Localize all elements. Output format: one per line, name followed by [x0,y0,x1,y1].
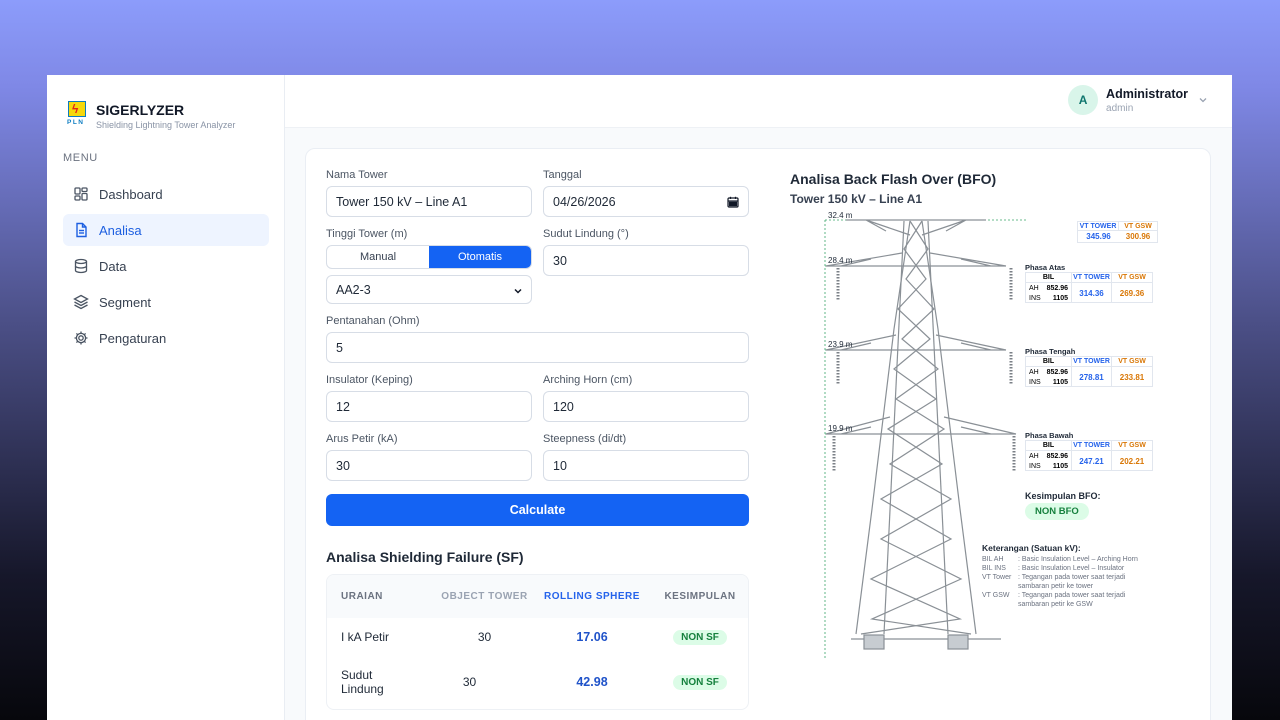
brand-title: SIGERLYZER [96,102,185,118]
table-row: I kA Petir 30 17.06 NON SF [327,618,748,655]
sf-table: URAIAN OBJECT TOWER ROLLING SPHERE KESIM… [326,574,749,710]
user-role: admin [1106,102,1134,114]
sidebar-item-pengaturan[interactable]: Pengaturan [63,322,269,354]
sidebar: ϟ PLN SIGERLYZER Shielding Lightning Tow… [47,75,285,720]
pln-logo-icon: ϟ PLN [67,101,86,126]
steepness-label: Steepness (di/dt) [543,433,627,445]
col-kesimpulan: KESIMPULAN [664,591,736,602]
arus-petir-input[interactable]: 30 [326,450,532,481]
height-label-tengah: 23.9 m [828,340,853,349]
pentanahan-input[interactable]: 5 [326,332,749,363]
user-name: Administrator [1106,86,1188,101]
dashboard-icon [74,187,88,201]
status-badge: NON SF [673,675,727,690]
phase-atas-box: BIL AH 852.96 INS 1105 VT TOWER 314.36 VT … [1025,272,1153,303]
status-badge: NON BFO [1025,503,1089,520]
pentanahan-label: Pentanahan (Ohm) [326,315,420,327]
chevron-down-icon [1199,98,1207,103]
gear-icon [74,331,88,345]
sidebar-item-analisa[interactable]: Analisa [63,214,269,246]
sidebar-item-label: Segment [99,294,152,310]
mode-manual-button[interactable]: Manual [327,246,429,268]
nama-tower-label: Nama Tower [326,169,388,181]
phase-tengah-box: BIL AH 852.96 INS 1105 VT TOWER 278.81 VT … [1025,356,1153,387]
analysis-card: Nama Tower Tower 150 kV – Line A1 Tangga… [305,148,1211,720]
chevron-down-icon [514,288,522,294]
sidebar-item-dashboard[interactable]: Dashboard [63,178,269,210]
layers-icon [73,294,89,310]
bfo-title: Analisa Back Flash Over (BFO) [790,171,997,187]
tower-type-select[interactable]: AA2-3 [326,275,532,304]
height-label-bawah: 19.9 m [828,424,853,433]
height-label-atas: 28.4 m [828,256,853,265]
nama-tower-input[interactable]: Tower 150 kV – Line A1 [326,186,532,217]
arching-horn-label: Arching Horn (cm) [543,374,633,386]
tinggi-mode-toggle: Manual Otomatis [326,245,532,269]
keterangan-title: Keterangan (Satuan kV): [982,543,1081,553]
bfo-tower-name: Tower 150 kV – Line A1 [790,192,923,206]
col-uraian: URAIAN [341,591,383,602]
database-icon [74,258,88,274]
calendar-icon[interactable] [727,196,739,208]
tinggi-tower-label: Tinggi Tower (m) [326,228,408,240]
insulator-label: Insulator (Keping) [326,374,413,386]
app-window: ϟ PLN SIGERLYZER Shielding Lightning Tow… [47,75,1232,720]
status-badge: NON SF [673,629,727,645]
sf-title: Analisa Shielding Failure (SF) [326,549,524,565]
col-object-tower: OBJECT TOWER [441,591,528,602]
top-bar: A Administrator admin [285,75,1232,128]
sidebar-item-label: Dashboard [99,186,163,202]
arus-petir-label: Arus Petir (kA) [326,433,398,445]
document-icon [76,222,87,238]
sidebar-nav: Dashboard Analisa Data Segment Pengatura… [63,178,269,358]
brand-subtitle: Shielding Lightning Tower Analyzer [96,120,236,130]
insulator-input[interactable]: 12 [326,391,532,422]
phase-atas-label: Phasa Atas [1025,263,1066,272]
tanggal-label: Tanggal [543,169,582,181]
main-content: A Administrator admin Nama Tower Tower 1… [285,75,1232,720]
phase-tengah-label: Phasa Tengah [1025,347,1076,356]
brand[interactable]: ϟ PLN SIGERLYZER Shielding Lightning Tow… [67,101,235,130]
sidebar-item-label: Analisa [99,222,142,238]
kesimpulan-bfo-label: Kesimpulan BFO: [1025,491,1101,501]
table-row: Sudut Lindung 30 42.98 NON SF [327,655,748,709]
sf-table-header: URAIAN OBJECT TOWER ROLLING SPHERE KESIM… [327,575,748,618]
user-menu[interactable]: A Administrator admin [1068,85,1208,115]
sidebar-item-label: Data [99,258,127,274]
sudut-lindung-input[interactable]: 30 [543,245,749,276]
height-label-top: 32.4 m [828,211,853,220]
sidebar-item-segment[interactable]: Segment [63,286,269,318]
col-rolling-sphere: ROLLING SPHERE [544,591,640,602]
steepness-input[interactable]: 10 [543,450,749,481]
keterangan-list: BIL AH: Basic Insulation Level – Arching… [982,556,1138,608]
mode-otomatis-button[interactable]: Otomatis [429,246,531,268]
calculate-button[interactable]: Calculate [326,494,749,526]
vt-top-box: VT TOWER VT GSW 345.96 300.96 [1077,221,1158,243]
phase-bawah-box: BIL AH 852.96 INS 1105 VT TOWER 247.21 VT … [1025,440,1153,471]
avatar: A [1068,85,1099,115]
menu-label: MENU [63,152,98,164]
sidebar-item-data[interactable]: Data [63,250,269,282]
tanggal-input[interactable]: 04/26/2026 [543,186,749,217]
arching-horn-input[interactable]: 120 [543,391,749,422]
sudut-lindung-label: Sudut Lindung (°) [543,228,629,240]
sidebar-item-label: Pengaturan [99,330,167,346]
phase-bawah-label: Phasa Bawah [1025,431,1074,440]
